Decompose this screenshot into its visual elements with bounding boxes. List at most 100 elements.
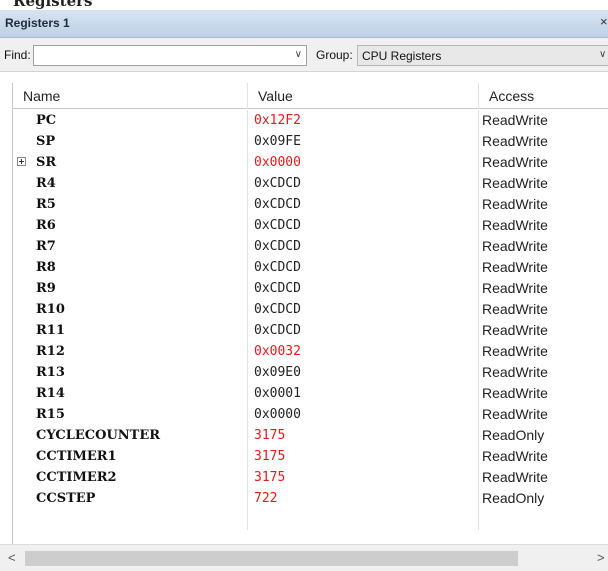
register-name: R11 xyxy=(13,320,248,341)
group-label: Group: xyxy=(316,48,353,62)
register-access: ReadWrite xyxy=(482,154,548,170)
register-row[interactable]: CCTIMER1 3175 ReadWrite xyxy=(13,446,608,467)
find-input[interactable] xyxy=(36,47,286,64)
register-name: SP xyxy=(13,131,248,152)
register-name: R12 xyxy=(13,341,248,362)
register-name: CCTIMER2 xyxy=(13,467,248,488)
register-row[interactable]: R6 0xCDCD ReadWrite xyxy=(13,215,608,236)
outer-window-title: Registers xyxy=(13,0,93,10)
register-name-text: R14 xyxy=(36,386,65,401)
register-name-text: SP xyxy=(36,134,56,149)
register-row[interactable]: R8 0xCDCD ReadWrite xyxy=(13,257,608,278)
register-name-text: CCTIMER1 xyxy=(36,449,117,464)
register-row[interactable]: CCSTEP 722 ReadOnly xyxy=(13,488,608,509)
register-name-text: R10 xyxy=(36,302,65,317)
register-value[interactable]: 3175 xyxy=(248,467,479,488)
register-row[interactable]: R14 0x0001 ReadWrite xyxy=(13,383,608,404)
register-access: ReadWrite xyxy=(482,238,548,254)
register-row[interactable]: CYCLECOUNTER 3175 ReadOnly xyxy=(13,425,608,446)
panel-titlebar[interactable]: Registers 1 × xyxy=(0,10,608,38)
register-name-text: R9 xyxy=(36,281,56,296)
register-value[interactable]: 3175 xyxy=(248,446,479,467)
register-access: ReadWrite xyxy=(482,385,548,401)
register-value[interactable]: 0xCDCD xyxy=(248,299,479,320)
register-access: ReadWrite xyxy=(482,322,548,338)
register-value[interactable]: 0xCDCD xyxy=(248,215,479,236)
register-row[interactable]: R11 0xCDCD ReadWrite xyxy=(13,320,608,341)
register-name-text: R5 xyxy=(36,197,56,212)
chevron-down-icon[interactable]: ∨ xyxy=(295,49,302,60)
register-name: CCTIMER1 xyxy=(13,446,248,467)
register-name-text: R15 xyxy=(36,407,65,422)
register-name-text: R12 xyxy=(36,344,65,359)
register-value[interactable]: 0xCDCD xyxy=(248,278,479,299)
register-name: R13 xyxy=(13,362,248,383)
register-row[interactable]: SR 0x0000 ReadWrite xyxy=(13,152,608,173)
register-access: ReadWrite xyxy=(482,469,548,485)
scrollbar-thumb[interactable] xyxy=(25,551,518,566)
register-value[interactable]: 0xCDCD xyxy=(248,194,479,215)
register-name: R5 xyxy=(13,194,248,215)
close-icon[interactable]: × xyxy=(600,14,608,29)
register-value[interactable]: 3175 xyxy=(248,425,479,446)
find-label: Find: xyxy=(4,48,31,62)
register-name: R6 xyxy=(13,215,248,236)
toolbar: Find: ∨ Group: CPU Registers ∨ xyxy=(0,38,608,72)
register-row[interactable]: R4 0xCDCD ReadWrite xyxy=(13,173,608,194)
group-select-value: CPU Registers xyxy=(362,49,442,63)
register-value[interactable]: 0x09FE xyxy=(248,131,479,152)
register-value[interactable]: 722 xyxy=(248,488,479,509)
register-value[interactable]: 0x12F2 xyxy=(248,110,479,131)
column-header-access[interactable]: Access xyxy=(479,83,608,109)
register-value[interactable]: 0x0001 xyxy=(248,383,479,404)
register-access: ReadWrite xyxy=(482,343,548,359)
register-name: CYCLECOUNTER xyxy=(13,425,248,446)
empty-cell xyxy=(248,509,479,530)
expand-plus-icon[interactable] xyxy=(17,157,26,166)
register-value[interactable]: 0xCDCD xyxy=(248,236,479,257)
register-name-text: CYCLECOUNTER xyxy=(36,428,161,443)
register-value[interactable]: 0x09E0 xyxy=(248,362,479,383)
grid-header: Name Value Access xyxy=(13,83,608,109)
register-row[interactable]: PC 0x12F2 ReadWrite xyxy=(13,110,608,131)
register-name: R4 xyxy=(13,173,248,194)
group-select[interactable]: CPU Registers ∨ xyxy=(357,45,608,66)
register-row[interactable]: R7 0xCDCD ReadWrite xyxy=(13,236,608,257)
register-access: ReadWrite xyxy=(482,448,548,464)
register-name: PC xyxy=(13,110,248,131)
find-combobox[interactable]: ∨ xyxy=(33,45,307,66)
register-row[interactable]: SP 0x09FE ReadWrite xyxy=(13,131,608,152)
chevron-down-icon[interactable]: ∨ xyxy=(599,49,606,60)
register-value[interactable]: 0x0000 xyxy=(248,152,479,173)
register-name-text: SR xyxy=(36,155,57,170)
scroll-right-icon[interactable]: > xyxy=(597,550,605,565)
register-access: ReadWrite xyxy=(482,112,548,128)
register-value[interactable]: 0xCDCD xyxy=(248,320,479,341)
register-access: ReadWrite xyxy=(482,196,548,212)
register-row[interactable]: R9 0xCDCD ReadWrite xyxy=(13,278,608,299)
scroll-left-icon[interactable]: < xyxy=(8,550,16,565)
register-row[interactable]: CCTIMER2 3175 ReadWrite xyxy=(13,467,608,488)
register-row[interactable]: R12 0x0032 ReadWrite xyxy=(13,341,608,362)
column-header-name[interactable]: Name xyxy=(13,83,248,109)
register-value[interactable]: 0xCDCD xyxy=(248,257,479,278)
register-row[interactable]: R13 0x09E0 ReadWrite xyxy=(13,362,608,383)
register-access: ReadWrite xyxy=(482,406,548,422)
register-row[interactable]: R10 0xCDCD ReadWrite xyxy=(13,299,608,320)
register-name-text: R7 xyxy=(36,239,56,254)
register-value[interactable]: 0xCDCD xyxy=(248,173,479,194)
register-value[interactable]: 0x0000 xyxy=(248,404,479,425)
register-access: ReadWrite xyxy=(482,259,548,275)
register-name: R9 xyxy=(13,278,248,299)
register-name: R8 xyxy=(13,257,248,278)
register-value[interactable]: 0x0032 xyxy=(248,341,479,362)
register-name-text: CCTIMER2 xyxy=(36,470,117,485)
column-header-value[interactable]: Value xyxy=(248,83,479,109)
register-access: ReadWrite xyxy=(482,217,548,233)
register-name: R7 xyxy=(13,236,248,257)
register-row[interactable]: R15 0x0000 ReadWrite xyxy=(13,404,608,425)
register-access: ReadWrite xyxy=(482,301,548,317)
register-row[interactable]: R5 0xCDCD ReadWrite xyxy=(13,194,608,215)
register-name: CCSTEP xyxy=(13,488,248,509)
horizontal-scrollbar[interactable]: < > xyxy=(0,544,608,571)
